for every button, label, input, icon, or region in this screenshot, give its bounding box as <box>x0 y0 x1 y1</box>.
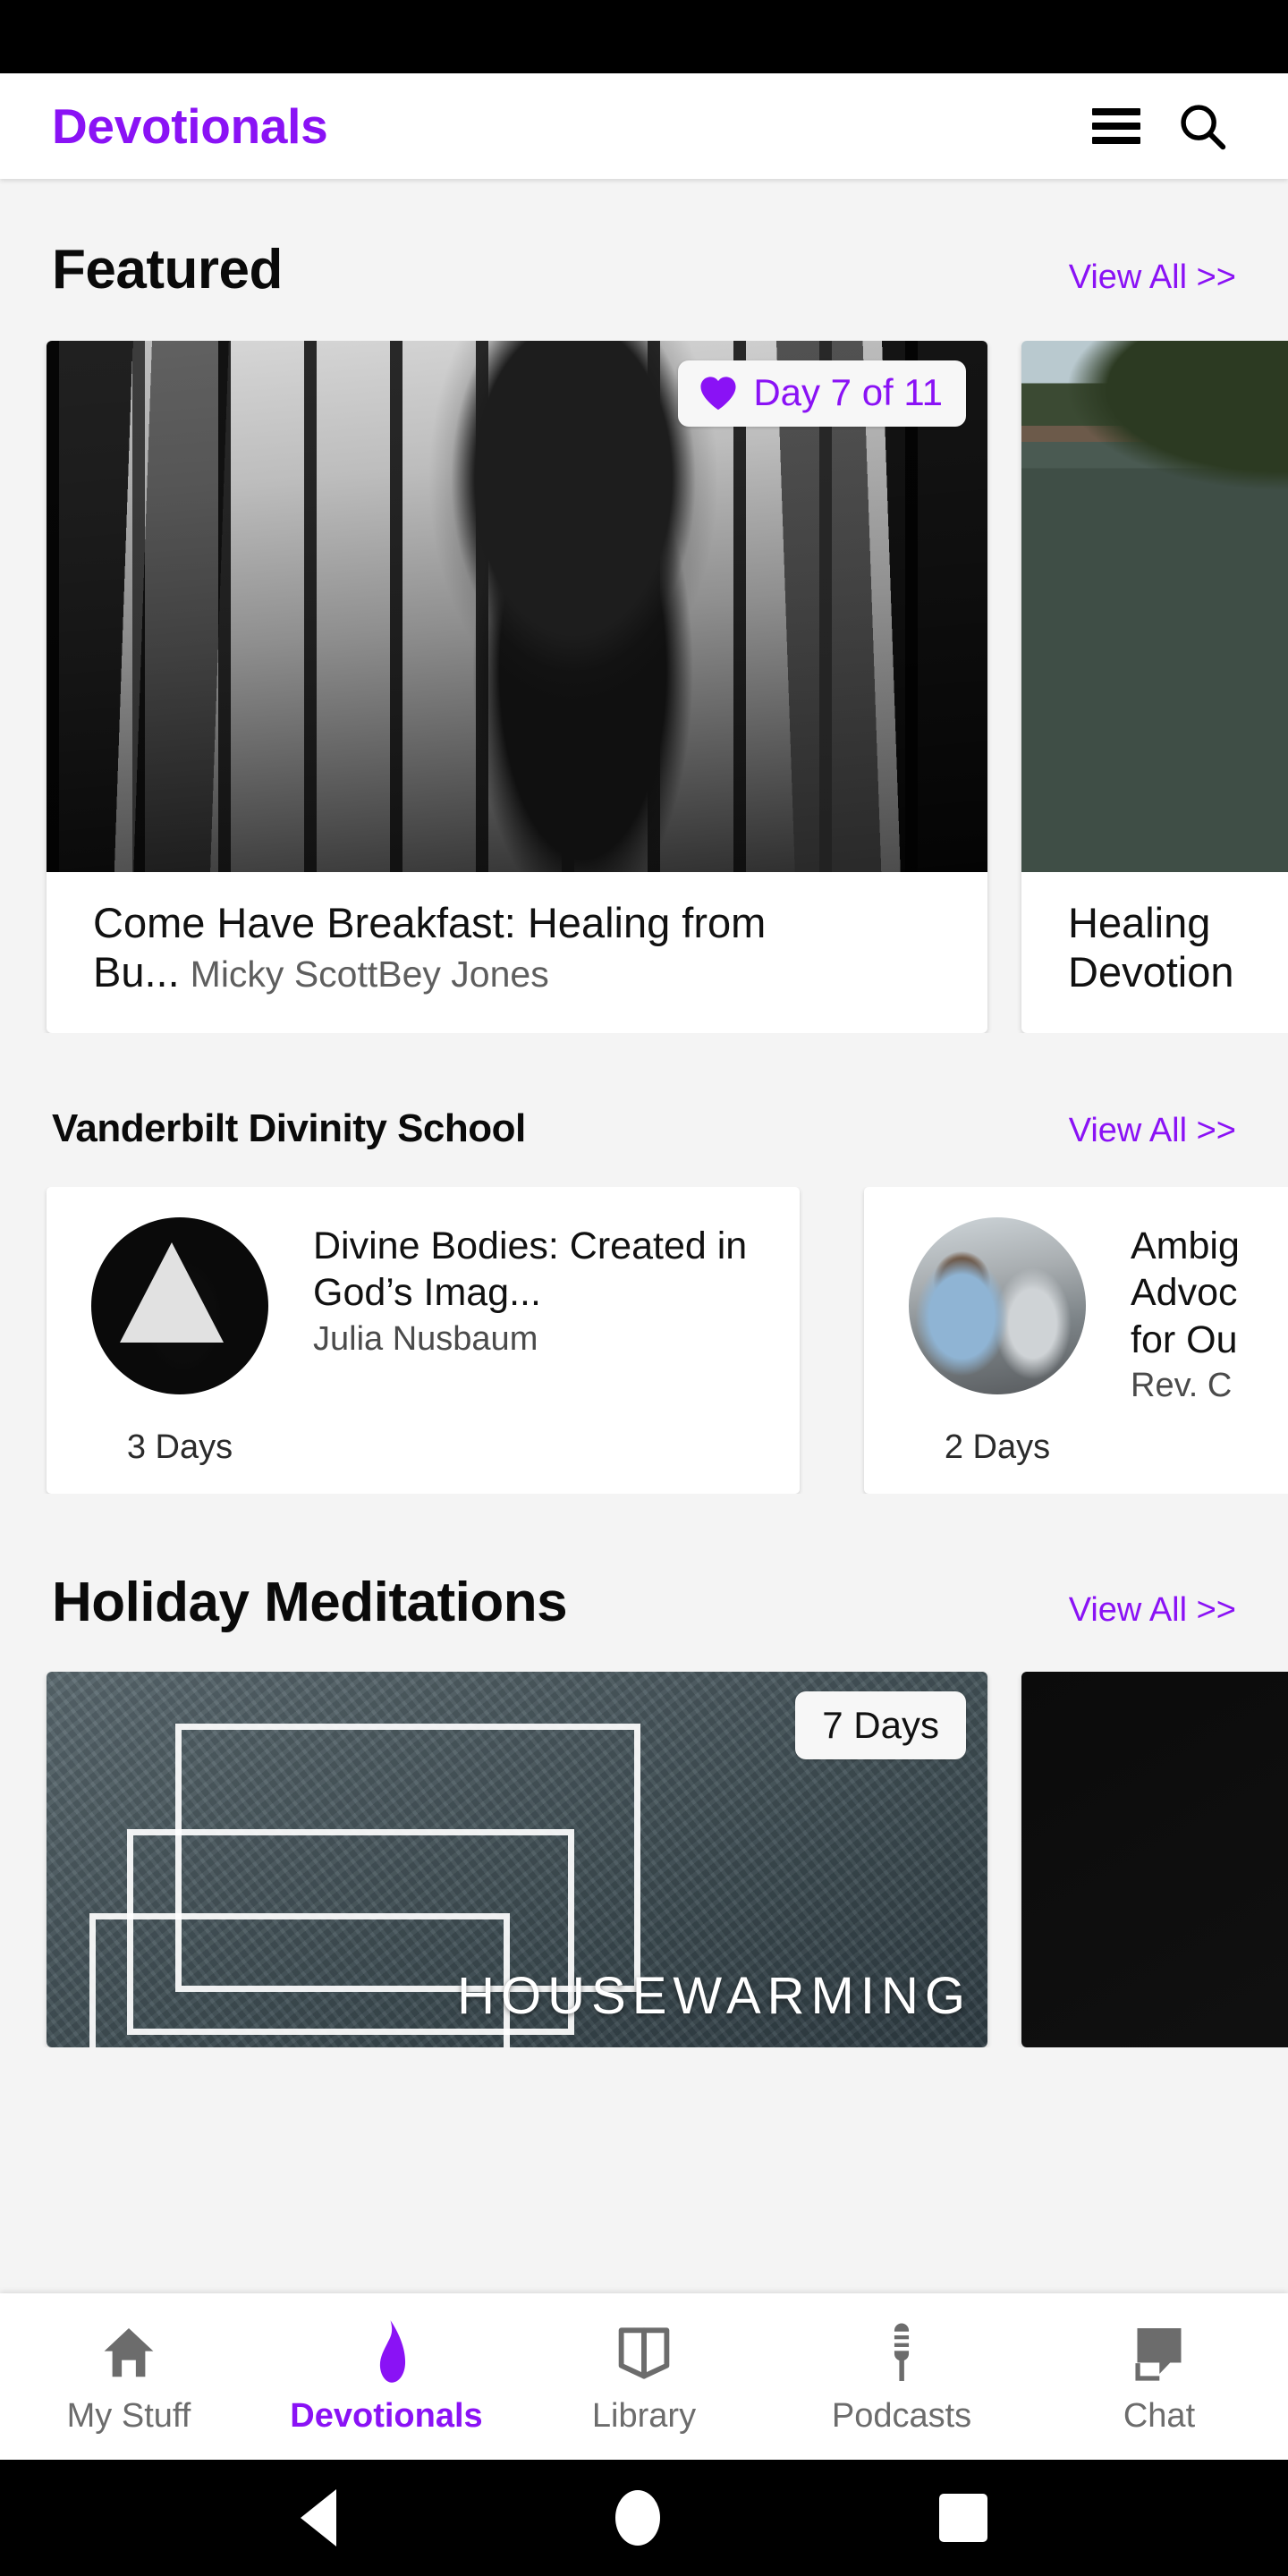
street-portrait-image <box>909 1216 1086 1394</box>
search-button[interactable] <box>1159 83 1245 169</box>
view-all-holiday-link[interactable]: View All >> <box>1069 1591 1236 1630</box>
list-card-author: Rev. C <box>1131 1367 1233 1405</box>
scroll-content[interactable]: Featured View All >> Day 7 of 11 Come Ha… <box>0 179 1288 2293</box>
featured-card[interactable]: Day 7 of 11 Come Have Breakfast: Healing… <box>47 341 987 1033</box>
featured-carousel[interactable]: Day 7 of 11 Come Have Breakfast: Healing… <box>0 341 1288 1033</box>
devotional-list-card[interactable]: 3 Days Divine Bodies: Created in God’s I… <box>47 1186 800 1494</box>
tab-podcasts[interactable]: Podcasts <box>773 2293 1030 2460</box>
section-header-featured: Featured View All >> <box>0 238 1288 301</box>
list-card-author: Julia Nusbaum <box>313 1319 538 1358</box>
tab-label: Devotionals <box>290 2396 483 2435</box>
tab-library[interactable]: Library <box>515 2293 773 2460</box>
hamburger-menu-button[interactable] <box>1073 83 1159 169</box>
view-all-vanderbilt-link[interactable]: View All >> <box>1069 1112 1236 1150</box>
holiday-carousel[interactable]: HOUSEWARMING 7 Days <box>0 1671 1288 2047</box>
featured-card-meta: Come Have Breakfast: Healing from Bu... M… <box>47 872 987 1033</box>
page-title: Devotionals <box>52 98 328 154</box>
bottom-tab-bar: My Stuff Devotionals Library Podcasts Ch… <box>0 2293 1288 2460</box>
dark-figure-image <box>1021 1671 1288 2047</box>
list-card-body: Divine Bodies: Created in God’s Imag... … <box>313 1217 800 1359</box>
day-progress-label: Day 7 of 11 <box>753 371 943 413</box>
list-card-title-line1: Ambig <box>1131 1224 1240 1267</box>
back-button[interactable] <box>301 2489 336 2546</box>
section-header-vanderbilt: Vanderbilt Divinity School View All >> <box>0 1106 1288 1151</box>
avatar <box>91 1216 268 1394</box>
tab-label: Library <box>591 2396 697 2435</box>
list-card-title: Divine Bodies: Created in God’s Imag... <box>313 1224 748 1315</box>
list-card-title-line2: Advoc <box>1131 1271 1238 1315</box>
housewarming-title-text: HOUSEWARMING <box>457 1966 971 2025</box>
tab-my-stuff[interactable]: My Stuff <box>0 2293 258 2460</box>
heart-icon <box>700 377 736 411</box>
featured-card-thumbnail: Day 7 of 11 <box>47 341 987 872</box>
holiday-card[interactable] <box>1021 1671 1288 2047</box>
tab-label: Podcasts <box>831 2396 972 2435</box>
day-progress-badge: Day 7 of 11 <box>678 360 966 427</box>
search-icon <box>1181 105 1226 150</box>
featured-card-thumbnail <box>1021 341 1288 872</box>
duration-badge-label: 7 Days <box>822 1703 939 1746</box>
section-title: Holiday Meditations <box>52 1571 568 1633</box>
featured-card-meta: Healing Devotion <box>1021 872 1288 1033</box>
hamburger-menu-icon <box>1092 108 1140 144</box>
list-card-left: 2 Days <box>864 1216 1131 1467</box>
chat-bubble-icon <box>1128 2318 1191 2385</box>
recents-button[interactable] <box>939 2494 987 2542</box>
app-root: Devotionals Featured View All >> Day 7 o… <box>0 0 1288 2576</box>
list-card-title-line3: for Ou <box>1131 1318 1238 1361</box>
tab-chat[interactable]: Chat <box>1030 2293 1288 2460</box>
section-title: Featured <box>52 239 283 301</box>
tab-label: My Stuff <box>66 2396 191 2435</box>
tab-label: Chat <box>1123 2396 1196 2435</box>
tab-devotionals[interactable]: Devotionals <box>258 2293 515 2460</box>
app-bar: Devotionals <box>0 73 1288 179</box>
featured-card-author: Micky ScottBey Jones <box>190 953 549 995</box>
open-book-icon <box>613 2318 675 2385</box>
vanderbilt-carousel[interactable]: 3 Days Divine Bodies: Created in God’s I… <box>0 1186 1288 1494</box>
duration-badge: 7 Days <box>795 1690 966 1759</box>
duration-label: 2 Days <box>944 1428 1051 1466</box>
system-navigation-bar <box>0 2460 1288 2576</box>
section-title: Vanderbilt Divinity School <box>52 1106 526 1150</box>
duration-label: 3 Days <box>126 1428 233 1466</box>
lake-shoreline-image <box>1021 341 1288 872</box>
microphone-icon <box>870 2318 933 2385</box>
holiday-card[interactable]: HOUSEWARMING 7 Days <box>47 1671 987 2047</box>
section-header-holiday: Holiday Meditations View All >> <box>0 1571 1288 1634</box>
featured-card[interactable]: Healing Devotion <box>1021 341 1288 1033</box>
view-all-featured-link[interactable]: View All >> <box>1069 258 1236 297</box>
holiday-card-thumbnail <box>1021 1671 1288 2047</box>
featured-card-title-line1: Healing <box>1068 899 1211 946</box>
list-card-left: 3 Days <box>47 1216 313 1467</box>
featured-card-title-line2: Devotion <box>1068 947 1234 996</box>
triangle-light-portrait-image <box>91 1216 268 1394</box>
avatar <box>909 1216 1086 1394</box>
devotional-list-card[interactable]: 2 Days Ambig Advoc for Ou Rev. C <box>864 1186 1288 1494</box>
holiday-card-thumbnail: HOUSEWARMING 7 Days <box>47 1671 987 2047</box>
flame-icon <box>355 2318 418 2385</box>
status-bar <box>0 0 1288 73</box>
home-button[interactable] <box>615 2490 660 2546</box>
list-card-body: Ambig Advoc for Ou Rev. C <box>1131 1217 1288 1405</box>
home-icon <box>97 2318 160 2385</box>
